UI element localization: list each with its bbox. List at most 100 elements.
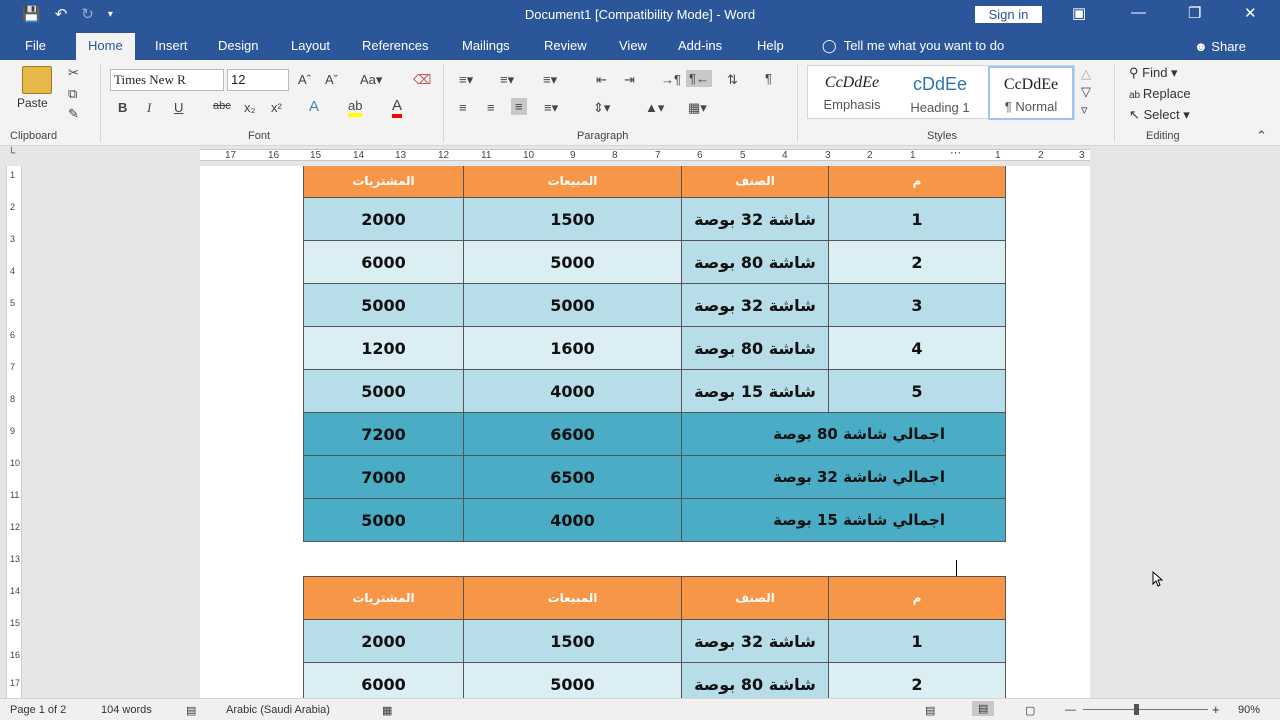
zoom-in-icon[interactable]: + <box>1212 702 1220 717</box>
table-header-cell[interactable]: المبيعات <box>463 576 682 620</box>
borders-icon[interactable]: ▦▾ <box>688 100 707 116</box>
document-page[interactable]: م الصنف المبيعات المشتريات 1 شاشة 32 بوص… <box>200 166 1090 698</box>
style-heading-1[interactable]: cDdEe Heading 1 <box>896 66 984 120</box>
shading-icon[interactable]: ▲▾ <box>645 100 664 116</box>
macro-icon[interactable]: ▦ <box>382 704 392 717</box>
table-cell[interactable]: 4000 <box>463 498 682 542</box>
tab-selector-icon[interactable]: └ <box>8 148 15 159</box>
language-indicator[interactable]: Arabic (Saudi Arabia) <box>226 704 330 716</box>
replace-button[interactable]: ab Replace <box>1129 86 1191 101</box>
font-name-box[interactable]: Times New R <box>110 69 224 91</box>
align-right-icon[interactable]: ≡ <box>511 98 527 115</box>
zoom-out-icon[interactable]: — <box>1065 704 1076 716</box>
line-spacing-icon[interactable]: ⇕▾ <box>593 100 610 116</box>
table-cell[interactable]: 4000 <box>463 369 682 413</box>
collapse-ribbon-icon[interactable]: ⌃ <box>1256 128 1267 144</box>
tab-references[interactable]: References <box>362 38 428 53</box>
paste-icon[interactable] <box>22 66 52 94</box>
style-normal[interactable]: CcDdEe ¶ Normal <box>988 66 1074 120</box>
styles-scroll-up-icon[interactable]: △ <box>1081 66 1091 82</box>
tab-help[interactable]: Help <box>757 38 784 53</box>
table-cell[interactable]: 6000 <box>303 240 464 284</box>
share-button[interactable]: ☻ Share <box>1194 39 1246 54</box>
table-cell[interactable]: 3 <box>828 283 1006 327</box>
underline-icon[interactable]: U <box>174 100 183 115</box>
table-cell[interactable]: 5 <box>828 369 1006 413</box>
table-cell[interactable]: 1 <box>828 197 1006 241</box>
table-cell[interactable]: شاشة 32 بوصة <box>681 619 829 663</box>
close-icon[interactable]: ✕ <box>1244 4 1257 22</box>
font-size-box[interactable]: 12 <box>227 69 289 91</box>
decrease-indent-icon[interactable]: ⇤ <box>596 72 607 88</box>
table-cell[interactable]: 5000 <box>303 283 464 327</box>
indent-marker-icon[interactable]: ⋯ <box>950 146 961 159</box>
sales-table-2[interactable]: م الصنف المبيعات المشتريات 1 شاشة 32 بوص… <box>303 576 1006 698</box>
tab-home[interactable]: Home <box>76 33 135 60</box>
multilevel-list-icon[interactable]: ≡▾ <box>543 72 557 88</box>
grow-font-icon[interactable]: Aˆ <box>298 72 311 87</box>
numbering-icon[interactable]: ≡▾ <box>500 72 514 88</box>
subscript-icon[interactable]: x₂ <box>244 100 256 115</box>
align-left-icon[interactable]: ≡ <box>459 100 467 115</box>
table-cell[interactable]: شاشة 32 بوصة <box>681 197 829 241</box>
tab-insert[interactable]: Insert <box>155 38 188 53</box>
zoom-slider-thumb[interactable] <box>1134 704 1139 715</box>
table-cell[interactable]: 4 <box>828 326 1006 370</box>
ltr-icon[interactable]: →¶ <box>661 72 681 87</box>
text-effects-icon[interactable]: A <box>309 98 319 115</box>
table-cell[interactable]: 1500 <box>463 197 682 241</box>
table-cell[interactable]: 2000 <box>303 619 464 663</box>
table-cell[interactable]: شاشة 32 بوصة <box>681 283 829 327</box>
print-layout-icon[interactable]: ▤ <box>972 701 995 716</box>
justify-icon[interactable]: ≡▾ <box>544 100 558 116</box>
table-cell[interactable]: 5000 <box>463 662 682 698</box>
show-formatting-icon[interactable]: ¶ <box>765 71 772 86</box>
tab-mailings[interactable]: Mailings <box>462 38 510 53</box>
table-cell[interactable]: 7000 <box>303 455 464 499</box>
tab-design[interactable]: Design <box>218 38 258 53</box>
minimize-icon[interactable]: — <box>1131 4 1146 21</box>
tab-layout[interactable]: Layout <box>291 38 330 53</box>
table-cell[interactable]: 5000 <box>463 283 682 327</box>
read-mode-icon[interactable]: ▤ <box>925 704 935 717</box>
table-cell[interactable]: 5000 <box>303 369 464 413</box>
table-cell[interactable]: شاشة 80 بوصة <box>681 240 829 284</box>
find-button[interactable]: ⚲ Find ▾ <box>1129 65 1178 81</box>
clear-formatting-icon[interactable]: ⌫ <box>413 72 431 88</box>
table-header-cell[interactable]: الصنف <box>681 576 829 620</box>
web-layout-icon[interactable]: ▢ <box>1025 704 1035 717</box>
superscript-icon[interactable]: x² <box>271 100 282 115</box>
table-cell[interactable]: 6600 <box>463 412 682 456</box>
table-header-cell[interactable]: المشتريات <box>303 576 464 620</box>
cut-icon[interactable]: ✂ <box>68 65 79 81</box>
ribbon-display-icon[interactable]: ▣ <box>1072 4 1086 22</box>
total-label-cell[interactable]: اجمالي شاشة 80 بوصة <box>681 412 1006 456</box>
sort-icon[interactable]: ⇅ <box>727 72 738 88</box>
copy-icon[interactable]: ⧉ <box>68 86 77 102</box>
table-cell[interactable]: 2 <box>828 662 1006 698</box>
table-cell[interactable]: 5000 <box>303 498 464 542</box>
styles-scroll-down-icon[interactable]: ▽ <box>1081 84 1091 100</box>
table-header-cell[interactable]: م <box>828 166 1006 198</box>
zoom-level[interactable]: 90% <box>1238 704 1260 716</box>
table-cell[interactable]: 5000 <box>463 240 682 284</box>
table-header-cell[interactable]: المشتريات <box>303 166 464 198</box>
sales-table-1[interactable]: م الصنف المبيعات المشتريات 1 شاشة 32 بوص… <box>303 166 1006 542</box>
align-center-icon[interactable]: ≡ <box>487 100 495 115</box>
rtl-icon[interactable]: ¶← <box>686 70 712 87</box>
tab-view[interactable]: View <box>619 38 647 53</box>
table-cell[interactable]: 2 <box>828 240 1006 284</box>
format-painter-icon[interactable]: ✎ <box>68 106 79 122</box>
table-cell[interactable]: شاشة 15 بوصة <box>681 369 829 413</box>
table-cell[interactable]: 1 <box>828 619 1006 663</box>
tab-file[interactable]: File <box>25 38 46 53</box>
table-cell[interactable]: 1200 <box>303 326 464 370</box>
style-emphasis[interactable]: CcDdEe Emphasis <box>808 66 896 120</box>
bold-icon[interactable]: B <box>118 100 127 115</box>
change-case-icon[interactable]: Aa▾ <box>360 72 382 88</box>
table-cell[interactable]: شاشة 80 بوصة <box>681 326 829 370</box>
tab-add-ins[interactable]: Add-ins <box>678 38 722 53</box>
proofing-icon[interactable]: ▤ <box>186 704 196 717</box>
table-cell[interactable]: 6500 <box>463 455 682 499</box>
strikethrough-icon[interactable]: abc <box>213 100 231 112</box>
